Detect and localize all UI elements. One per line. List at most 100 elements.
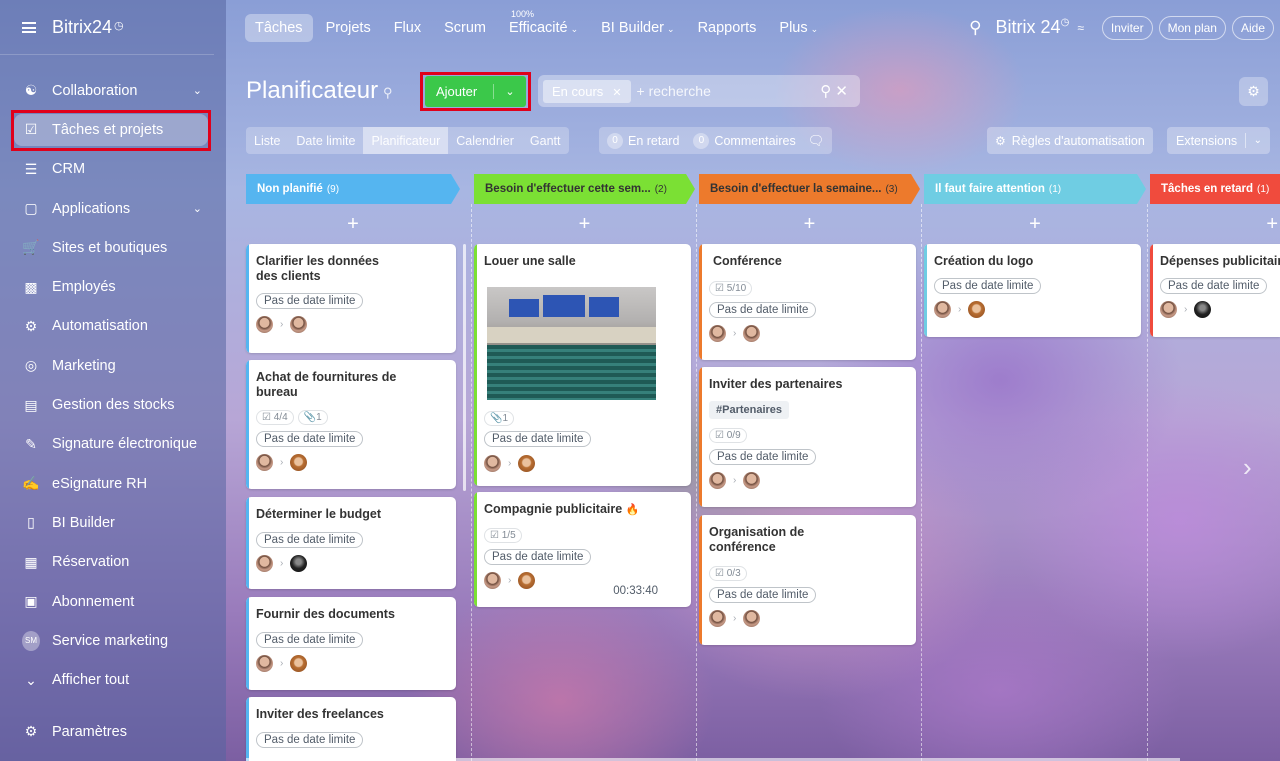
tab-scrum[interactable]: Scrum (434, 14, 496, 42)
task-title[interactable]: Fournir des documents (256, 607, 446, 622)
help-button[interactable]: Aide (1231, 15, 1274, 40)
extensions-button[interactable]: Extensions ⌄ (1167, 127, 1270, 154)
task-title[interactable]: Déterminer le budget (256, 507, 446, 522)
column-header[interactable]: Il faut faire attention (1) (924, 174, 1146, 204)
task-card[interactable]: Compagnie publicitaire 🔥 ☑ 1/5 Pas de da… (474, 492, 691, 607)
sidebar-item-crm[interactable]: ☰ CRM (0, 150, 226, 189)
avatar[interactable] (256, 454, 273, 471)
search-icon[interactable]: ⚲ (820, 83, 831, 100)
avatar[interactable] (743, 472, 761, 489)
search-icon[interactable]: ⚲ (969, 18, 981, 38)
task-title[interactable]: Conférence (709, 254, 906, 269)
close-icon[interactable]: ✕ (612, 87, 621, 99)
tab-more[interactable]: Plus ⌄ (769, 14, 828, 42)
avatar[interactable] (709, 472, 726, 489)
view-tab-calendar[interactable]: Calendrier (448, 127, 522, 154)
task-card[interactable]: Clarifier les données des clients Pas de… (246, 244, 456, 353)
avatar[interactable] (934, 301, 951, 318)
sidebar-item-sites[interactable]: 🛒 Sites et boutiques (0, 228, 226, 267)
task-timer[interactable]: 00:33:40 (613, 585, 658, 597)
task-card[interactable]: Conférence ☑ 5/10 Pas de date limite › (699, 244, 916, 360)
avatar[interactable] (290, 454, 308, 471)
deadline-chip[interactable]: Pas de date limite (484, 431, 592, 447)
filter-chip[interactable]: En cours ✕ (543, 79, 631, 103)
task-card[interactable]: Louer une salle 📎1 Pas de date limite › (474, 244, 691, 486)
deadline-chip[interactable]: Pas de date limite (709, 302, 817, 318)
task-card[interactable]: Déterminer le budget Pas de date limite … (246, 497, 456, 589)
conference-hall-image[interactable] (487, 287, 656, 400)
avatar[interactable] (709, 610, 726, 627)
pin-icon[interactable]: ⚲ (383, 85, 393, 101)
column-header[interactable]: Besoin d'effectuer la semaine... (3) (699, 174, 920, 204)
column-header[interactable]: Non planifié (9) (246, 174, 460, 204)
task-title[interactable]: Création du logo (934, 254, 1131, 269)
avatar[interactable] (968, 301, 986, 318)
tab-bi-builder[interactable]: BI Builder ⌄ (591, 14, 684, 42)
view-tab-gantt[interactable]: Gantt (522, 127, 569, 154)
task-title[interactable]: Louer une salle (484, 254, 681, 269)
brand-logo[interactable]: Bitrix 24◷ (996, 17, 1070, 38)
column-scrollbar[interactable] (463, 244, 466, 491)
avatar[interactable] (290, 655, 308, 672)
avatar[interactable] (1194, 301, 1212, 318)
deadline-chip[interactable]: Pas de date limite (256, 632, 364, 648)
logo[interactable]: Bitrix24 ◷ (52, 17, 124, 38)
sidebar-item-service-marketing[interactable]: SM Service marketing (0, 621, 226, 660)
task-card[interactable]: Achat de fournitures de bureau ☑ 4/4 📎1 P… (246, 360, 456, 489)
avatar[interactable] (1160, 301, 1177, 318)
task-title[interactable]: Inviter des freelances (256, 707, 446, 722)
sidebar-item-subscription[interactable]: ▣ Abonnement (0, 582, 226, 621)
sidebar-item-booking[interactable]: ▦ Réservation (0, 543, 226, 582)
avatar[interactable] (709, 325, 726, 342)
sidebar-item-esignature-hr[interactable]: ✍ eSignature RH (0, 464, 226, 503)
sidebar-item-show-all[interactable]: ⌄ Afficher tout (0, 660, 226, 699)
deadline-chip[interactable]: Pas de date limite (1160, 278, 1268, 294)
deadline-chip[interactable]: Pas de date limite (256, 732, 364, 748)
view-tab-planner[interactable]: Planificateur (363, 127, 449, 154)
deadline-chip[interactable]: Pas de date limite (484, 549, 592, 565)
task-card[interactable]: Création du logo Pas de date limite › (924, 244, 1141, 337)
my-plan-button[interactable]: Mon plan (1158, 15, 1226, 40)
overdue-counter[interactable]: 0 En retard (607, 132, 679, 149)
avatar[interactable] (743, 325, 761, 342)
add-task-plus-icon[interactable]: + (924, 204, 1146, 244)
deadline-chip[interactable]: Pas de date limite (934, 278, 1042, 294)
sidebar-item-applications[interactable]: ▢ Applications ⌄ (0, 189, 226, 228)
sidebar-item-settings[interactable]: ⚙ Paramètres (0, 712, 226, 751)
deadline-chip[interactable]: Pas de date limite (709, 449, 817, 465)
sidebar-item-inventory[interactable]: ▤ Gestion des stocks (0, 385, 226, 424)
sidebar-item-automation[interactable]: ⚙ Automatisation (0, 307, 226, 346)
filter-search[interactable]: En cours ✕ + recherche ⚲ ✕ (538, 75, 860, 107)
automation-rules-button[interactable]: ⚙ Règles d'automatisation (987, 127, 1153, 154)
view-tab-list[interactable]: Liste (246, 127, 288, 154)
invite-button[interactable]: Inviter (1101, 15, 1153, 40)
tab-reports[interactable]: Rapports (688, 14, 767, 42)
add-task-plus-icon[interactable]: + (699, 204, 920, 244)
task-title[interactable]: Clarifier les données des clients (256, 254, 396, 284)
sidebar-item-signature[interactable]: ✎ Signature électronique (0, 425, 226, 464)
close-icon[interactable]: ✕ (835, 83, 848, 100)
chevron-down-icon[interactable]: ⌄ (1254, 135, 1262, 146)
tab-efficiency[interactable]: 100% Efficacité ⌄ (499, 9, 588, 42)
theme-icon[interactable]: ≈ (1077, 21, 1084, 35)
avatar[interactable] (290, 316, 308, 333)
avatar[interactable] (256, 316, 273, 333)
deadline-chip[interactable]: Pas de date limite (256, 532, 364, 548)
deadline-chip[interactable]: Pas de date limite (709, 587, 817, 603)
scroll-right-chevron-icon[interactable]: › (1243, 452, 1252, 483)
settings-gear-button[interactable]: ⚙ (1239, 77, 1268, 106)
tab-flux[interactable]: Flux (384, 14, 431, 42)
sidebar-item-bi-builder[interactable]: ▯ BI Builder (0, 503, 226, 542)
task-card[interactable]: Inviter des freelances Pas de date limit… (246, 697, 456, 761)
task-card[interactable]: Fournir des documents Pas de date limite… (246, 597, 456, 690)
add-task-plus-icon[interactable]: + (474, 204, 695, 244)
avatar[interactable] (518, 455, 536, 472)
avatar[interactable] (256, 555, 273, 572)
avatar[interactable] (743, 610, 761, 627)
tab-tasks[interactable]: Tâches (245, 13, 313, 42)
task-card[interactable]: Dépenses publicitaires Pas de date limit… (1150, 244, 1280, 337)
comments-counter[interactable]: 0 Commentaires (693, 132, 796, 149)
avatar[interactable] (290, 555, 308, 572)
avatar[interactable] (484, 572, 501, 589)
add-task-plus-icon[interactable]: + (1150, 204, 1280, 244)
